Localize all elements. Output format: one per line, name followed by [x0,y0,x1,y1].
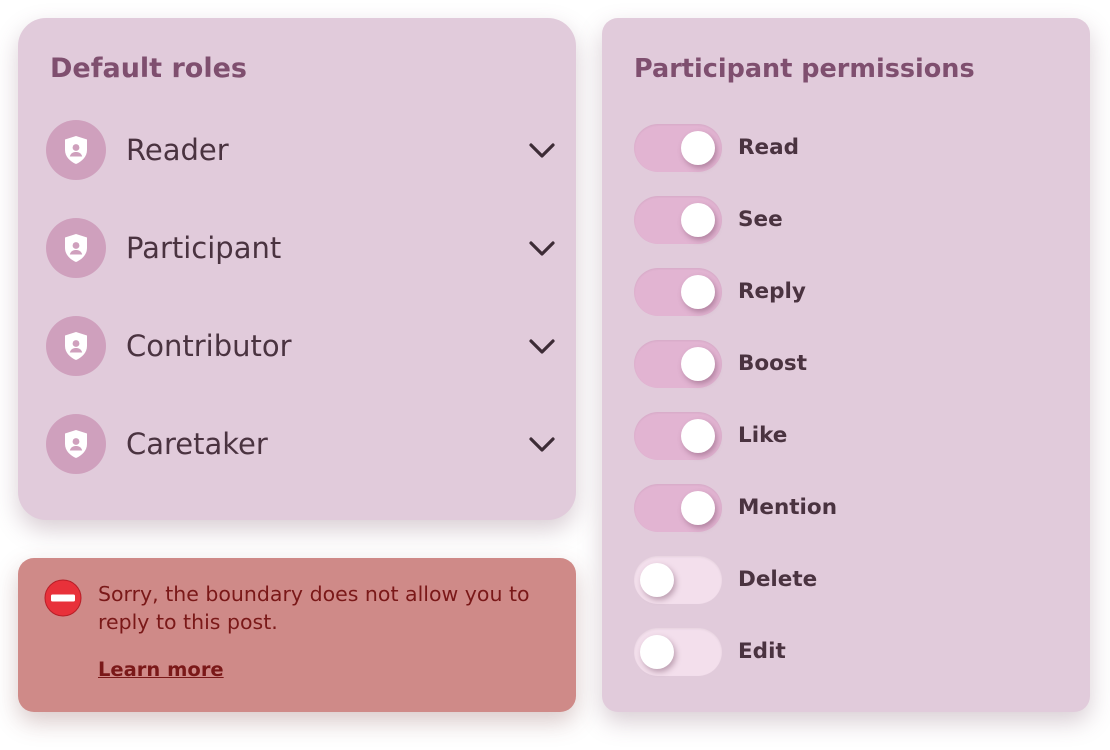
delete-toggle[interactable] [634,556,722,604]
toggle-knob [681,131,715,165]
mention-toggle[interactable] [634,484,722,532]
toggle-knob [681,419,715,453]
role-item-caretaker[interactable]: Caretaker [46,414,555,476]
role-label: Participant [126,231,282,265]
toggle-knob [640,635,674,669]
shield-user-icon [46,218,106,278]
permission-denied-alert: Sorry, the boundary does not allow you t… [18,558,576,712]
toggle-knob [640,563,674,597]
role-label: Contributor [126,329,292,363]
default-roles-card: Default roles Reader Participant Contrib… [18,18,576,520]
permission-label: Reply [738,279,806,304]
chevron-down-icon[interactable] [528,432,556,456]
permission-label: See [738,207,783,232]
chevron-down-icon[interactable] [528,236,556,260]
edit-toggle[interactable] [634,628,722,676]
participant-permissions-card: Participant permissions Read See Reply B… [602,18,1090,712]
alert-message: Sorry, the boundary does not allow you t… [98,582,530,634]
permission-label: Read [738,135,800,160]
role-item-participant[interactable]: Participant [46,218,555,280]
no-entry-icon [44,579,82,617]
permission-boost[interactable]: Boost [634,340,1054,390]
see-toggle[interactable] [634,196,722,244]
toggle-knob [681,491,715,525]
chevron-down-icon[interactable] [528,138,556,162]
permission-label: Mention [738,495,838,520]
reply-toggle[interactable] [634,268,722,316]
shield-user-icon [46,120,106,180]
permission-label: Delete [738,567,818,592]
permission-label: Boost [738,351,808,376]
permission-delete[interactable]: Delete [634,556,1054,606]
permission-like[interactable]: Like [634,412,1054,462]
permission-edit[interactable]: Edit [634,628,1054,678]
boost-toggle[interactable] [634,340,722,388]
permission-label: Like [738,423,788,448]
participant-permissions-title: Participant permissions [634,54,975,84]
shield-user-icon [46,316,106,376]
toggle-knob [681,347,715,381]
role-item-reader[interactable]: Reader [46,120,555,182]
learn-more-link[interactable]: Learn more [98,658,224,681]
default-roles-title: Default roles [50,53,247,84]
permission-see[interactable]: See [634,196,1054,246]
permission-read[interactable]: Read [634,124,1054,174]
permission-mention[interactable]: Mention [634,484,1054,534]
read-toggle[interactable] [634,124,722,172]
role-item-contributor[interactable]: Contributor [46,316,555,378]
like-toggle[interactable] [634,412,722,460]
permission-label: Edit [738,639,786,664]
toggle-knob [681,275,715,309]
chevron-down-icon[interactable] [528,334,556,358]
shield-user-icon [46,414,106,474]
role-label: Reader [126,133,229,167]
permission-reply[interactable]: Reply [634,268,1054,318]
role-label: Caretaker [126,427,268,461]
toggle-knob [681,203,715,237]
